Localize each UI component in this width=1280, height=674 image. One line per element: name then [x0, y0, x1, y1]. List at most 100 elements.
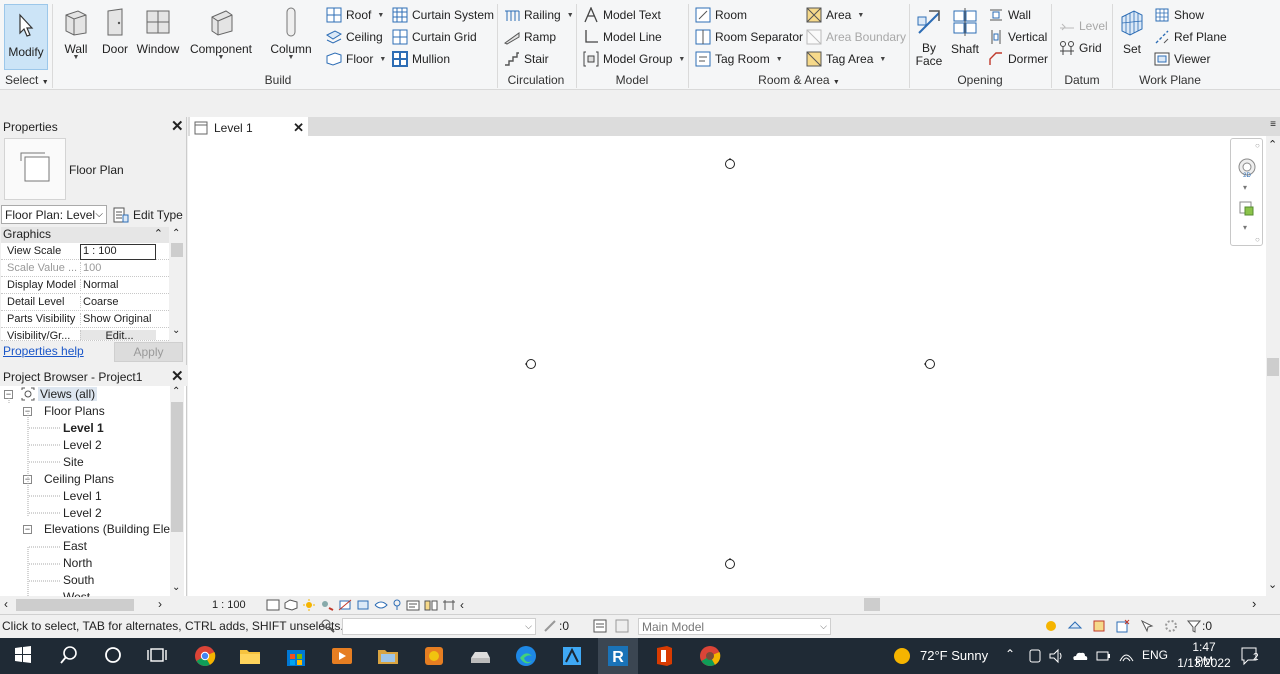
background-process-icon[interactable]: [1163, 618, 1179, 634]
viewer-button[interactable]: Viewer: [1154, 49, 1210, 69]
window-button[interactable]: Window: [136, 2, 180, 68]
model-line-button[interactable]: Model Line: [583, 27, 662, 47]
ref-plane-button[interactable]: Ref Plane: [1154, 27, 1227, 47]
shadows-icon[interactable]: [320, 599, 334, 611]
room-button[interactable]: Room: [695, 5, 747, 25]
weather-sun-icon[interactable]: [892, 646, 916, 670]
design-option-combo[interactable]: ⌵: [342, 618, 536, 635]
edit-type-button[interactable]: Edit Type: [113, 205, 183, 224]
edge-icon[interactable]: [514, 644, 538, 668]
door-button[interactable]: Door: [100, 2, 130, 68]
canvas-vscrollbar[interactable]: ⌃ ⌄: [1266, 136, 1280, 596]
photos-icon[interactable]: [376, 644, 400, 668]
chevron-down-icon[interactable]: ▾: [1243, 223, 1247, 232]
wall-opening-button[interactable]: Wall: [988, 5, 1031, 25]
grid-button[interactable]: Grid: [1059, 38, 1102, 58]
scroll-up-icon[interactable]: ⌃: [1268, 138, 1277, 151]
drawing-canvas[interactable]: [188, 136, 1266, 596]
sun-path-icon[interactable]: [302, 598, 316, 611]
by-face-button[interactable]: By Face: [914, 2, 944, 68]
column-button[interactable]: Column ▼: [268, 2, 314, 68]
curtain-grid-button[interactable]: Curtain Grid: [392, 27, 477, 47]
reveal-hidden-icon[interactable]: [392, 599, 402, 611]
weather-text[interactable]: 72°F Sunny: [920, 648, 988, 663]
clock-date[interactable]: 1/13/2022: [1176, 656, 1232, 670]
detail-level-icon[interactable]: [266, 599, 280, 611]
mullion-button[interactable]: Mullion: [392, 49, 450, 69]
vertical-opening-button[interactable]: Vertical: [988, 27, 1047, 47]
chrome-profile-icon[interactable]: [698, 644, 722, 668]
scroll-down-icon[interactable]: ⌄: [172, 582, 180, 593]
cortana-icon[interactable]: [102, 644, 126, 668]
navbar-options-icon[interactable]: ○: [1255, 235, 1260, 244]
wall-button[interactable]: Wall ▼: [60, 2, 92, 68]
component-button[interactable]: Component ▼: [188, 2, 254, 68]
elevation-marker-west[interactable]: [524, 358, 536, 370]
shaft-button[interactable]: Shaft: [948, 2, 982, 68]
language-indicator[interactable]: ENG: [1142, 648, 1168, 662]
scroll-thumb[interactable]: [16, 599, 134, 611]
scroll-down-icon[interactable]: ⌄: [172, 325, 180, 336]
room-separator-button[interactable]: Room Separator: [695, 27, 803, 47]
properties-help-link[interactable]: Properties help: [3, 344, 84, 358]
elevation-marker-north[interactable]: [724, 157, 736, 169]
paint-icon[interactable]: [422, 644, 446, 668]
scroll-right-icon[interactable]: ›: [158, 597, 162, 611]
notifications-icon[interactable]: [1240, 646, 1264, 670]
elevation-marker-east[interactable]: [923, 358, 935, 370]
prop-value[interactable]: Coarse: [80, 296, 168, 308]
prop-value[interactable]: Normal: [80, 279, 168, 291]
dormer-button[interactable]: Dormer: [988, 49, 1048, 69]
steering-wheel-icon[interactable]: 2D: [1237, 157, 1257, 179]
tab-close-icon[interactable]: ✕: [293, 120, 304, 136]
select-by-face-icon[interactable]: [1115, 618, 1131, 634]
chrome-icon[interactable]: [193, 644, 217, 668]
scroll-thumb[interactable]: [171, 402, 183, 532]
model-group-button[interactable]: Model Group ▼: [583, 49, 685, 69]
ramp-button[interactable]: Ramp: [504, 27, 556, 47]
autocad-icon[interactable]: [560, 644, 584, 668]
crop-view-icon[interactable]: [338, 599, 352, 611]
railing-button[interactable]: Railing ▼: [504, 5, 574, 25]
scroll-right-icon[interactable]: ›: [1252, 596, 1256, 611]
wifi-icon[interactable]: [1117, 647, 1141, 671]
tree-ceiling-level-2[interactable]: Level 2: [63, 506, 102, 520]
select-group-label[interactable]: Select ▼: [5, 73, 49, 87]
area-button[interactable]: Area ▼: [806, 5, 864, 25]
scroll-thumb[interactable]: [171, 243, 183, 257]
model-text-button[interactable]: Model Text: [583, 5, 661, 25]
workset-combo[interactable]: Main Model ⌵: [638, 618, 831, 635]
drag-elements-icon[interactable]: [1139, 618, 1155, 634]
scroll-down-icon[interactable]: ⌄: [1268, 578, 1277, 591]
prop-value[interactable]: Show Original: [80, 313, 168, 325]
ceiling-button[interactable]: Ceiling: [326, 27, 383, 47]
tree-floor-level-1[interactable]: Level 1: [63, 421, 104, 435]
chevron-left-icon[interactable]: ‹: [460, 598, 464, 612]
temp-view-props-icon[interactable]: [406, 599, 420, 611]
area-boundary-button[interactable]: Area Boundary: [806, 27, 906, 47]
visual-style-icon[interactable]: [284, 598, 298, 611]
windows-start-icon[interactable]: [12, 644, 36, 668]
scroll-left-icon[interactable]: ‹: [4, 597, 8, 611]
task-view-icon[interactable]: [146, 644, 170, 668]
highlight-displacement-icon[interactable]: [442, 599, 456, 611]
scroll-thumb[interactable]: [1267, 358, 1279, 376]
drive-icon[interactable]: [468, 644, 492, 668]
editable-only-icon[interactable]: [542, 618, 558, 634]
scroll-thumb[interactable]: [864, 598, 880, 611]
floor-button[interactable]: Floor ▼: [326, 49, 386, 69]
view-scale-value[interactable]: 1 : 100: [80, 244, 156, 260]
filter-icon[interactable]: [1186, 618, 1202, 634]
type-selector[interactable]: Floor Plan: Level ⌵: [1, 205, 107, 224]
collapse-icon[interactable]: ⌃: [154, 227, 163, 240]
exclude-options-icon[interactable]: [614, 618, 630, 634]
navbar-close-icon[interactable]: ○: [1255, 141, 1260, 150]
battery-icon[interactable]: [1094, 647, 1118, 671]
volume-icon[interactable]: [1048, 647, 1072, 671]
elevation-marker-south[interactable]: [724, 557, 736, 569]
select-pinned-icon[interactable]: [1091, 618, 1107, 634]
chevron-up-icon[interactable]: ⌃: [1005, 647, 1015, 661]
set-workplane-button[interactable]: Set: [1116, 2, 1148, 68]
view-scale-control[interactable]: 1 : 100: [212, 599, 262, 611]
browser-scrollbar[interactable]: ⌃ ⌄: [170, 386, 184, 598]
